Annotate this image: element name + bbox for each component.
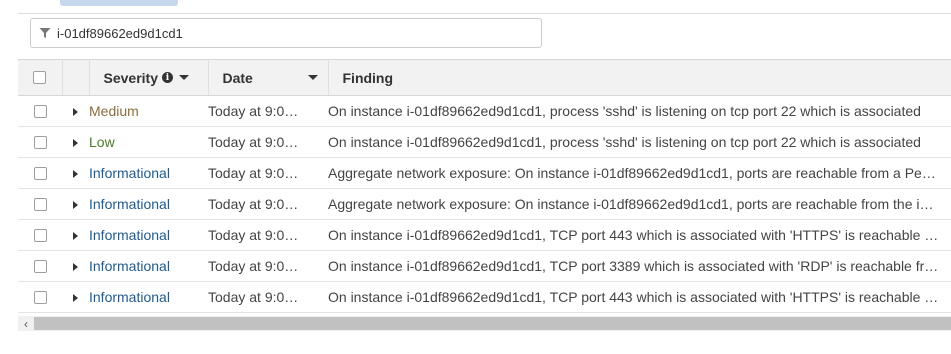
column-header-finding[interactable]: Finding	[328, 59, 951, 96]
date-cell: Today at 9:0…	[208, 281, 328, 313]
scrollbar-thumb[interactable]	[34, 317, 951, 330]
sort-caret-icon[interactable]	[307, 75, 318, 80]
select-all-header	[18, 59, 63, 96]
date-cell: Today at 9:0…	[208, 157, 328, 189]
row-select-cell	[18, 281, 62, 313]
expand-caret-icon[interactable]	[73, 232, 78, 240]
expand-header	[62, 59, 90, 96]
table-row[interactable]: Informational Today at 9:0… On instance i-…	[18, 219, 951, 251]
row-select-cell	[18, 95, 62, 127]
severity-cell: Informational	[89, 157, 208, 189]
table-row[interactable]: Medium Today at 9:0… On instance i-01df896…	[18, 95, 951, 127]
column-header-date[interactable]: Date	[208, 59, 329, 96]
row-select-cell	[18, 250, 62, 282]
row-expand-cell[interactable]	[62, 281, 89, 313]
row-expand-cell[interactable]	[62, 126, 89, 158]
finding-header-label: Finding	[342, 69, 394, 86]
finding-cell[interactable]: On instance i-01df89662ed9d1cd1, TCP por…	[328, 250, 951, 282]
row-checkbox[interactable]	[33, 259, 47, 273]
row-expand-cell[interactable]	[62, 157, 89, 189]
date-cell: Today at 9:0…	[208, 250, 328, 282]
row-expand-cell[interactable]	[62, 219, 89, 251]
row-select-cell	[18, 126, 62, 158]
row-checkbox[interactable]	[33, 104, 47, 118]
expand-caret-icon[interactable]	[73, 263, 78, 271]
date-cell: Today at 9:0…	[208, 219, 328, 251]
expand-caret-icon[interactable]	[73, 294, 78, 302]
filter-icon	[39, 27, 51, 39]
row-checkbox[interactable]	[33, 166, 47, 180]
date-header-label: Date	[222, 69, 253, 86]
filter-input[interactable]: i-01df89662ed9d1cd1	[30, 18, 542, 48]
horizontal-scrollbar[interactable]: ‹	[18, 316, 951, 331]
sort-caret-icon[interactable]	[178, 75, 189, 80]
table-row[interactable]: Informational Today at 9:0… Aggregate netw…	[18, 157, 951, 189]
row-checkbox[interactable]	[33, 290, 47, 304]
row-select-cell	[18, 219, 62, 251]
row-expand-cell[interactable]	[62, 95, 89, 127]
findings-table: Severity i Date Finding Medium Today at 9…	[18, 59, 951, 313]
row-select-cell	[18, 188, 62, 220]
row-expand-cell[interactable]	[62, 188, 89, 220]
table-row[interactable]: Informational Today at 9:0… On instance i-…	[18, 281, 951, 313]
finding-cell[interactable]: Aggregate network exposure: On instance …	[328, 188, 951, 220]
finding-cell[interactable]: On instance i-01df89662ed9d1cd1, process…	[328, 95, 951, 127]
row-checkbox[interactable]	[33, 197, 47, 211]
table-row[interactable]: Low Today at 9:0… On instance i-01df89662e…	[18, 126, 951, 158]
toolbar-button-partial[interactable]	[60, 0, 178, 6]
expand-caret-icon[interactable]	[73, 139, 78, 147]
severity-header-label: Severity	[103, 69, 158, 86]
date-cell: Today at 9:0…	[208, 188, 328, 220]
filter-value: i-01df89662ed9d1cd1	[57, 25, 183, 41]
select-all-checkbox[interactable]	[33, 71, 47, 84]
finding-cell[interactable]: Aggregate network exposure: On instance …	[328, 157, 951, 189]
column-header-severity[interactable]: Severity i	[89, 59, 209, 96]
severity-cell: Informational	[89, 281, 208, 313]
date-cell: Today at 9:0…	[208, 126, 328, 158]
expand-caret-icon[interactable]	[73, 170, 78, 178]
finding-cell[interactable]: On instance i-01df89662ed9d1cd1, TCP por…	[328, 219, 951, 251]
severity-cell: Medium	[89, 95, 208, 127]
table-header-row: Severity i Date Finding	[18, 59, 951, 96]
expand-caret-icon[interactable]	[73, 201, 78, 209]
severity-cell: Informational	[89, 188, 208, 220]
expand-caret-icon[interactable]	[73, 108, 78, 116]
divider	[18, 13, 951, 14]
severity-cell: Low	[89, 126, 208, 158]
severity-cell: Informational	[89, 219, 208, 251]
row-select-cell	[18, 157, 62, 189]
table-row[interactable]: Informational Today at 9:0… On instance i-…	[18, 250, 951, 282]
table-row[interactable]: Informational Today at 9:0… Aggregate netw…	[18, 188, 951, 220]
row-expand-cell[interactable]	[62, 250, 89, 282]
row-checkbox[interactable]	[33, 228, 47, 242]
row-checkbox[interactable]	[33, 135, 47, 149]
scroll-left-icon[interactable]: ‹	[18, 316, 34, 331]
date-cell: Today at 9:0…	[208, 95, 328, 127]
info-icon[interactable]: i	[161, 72, 173, 83]
finding-cell[interactable]: On instance i-01df89662ed9d1cd1, process…	[328, 126, 951, 158]
finding-cell[interactable]: On instance i-01df89662ed9d1cd1, TCP por…	[328, 281, 951, 313]
severity-cell: Informational	[89, 250, 208, 282]
